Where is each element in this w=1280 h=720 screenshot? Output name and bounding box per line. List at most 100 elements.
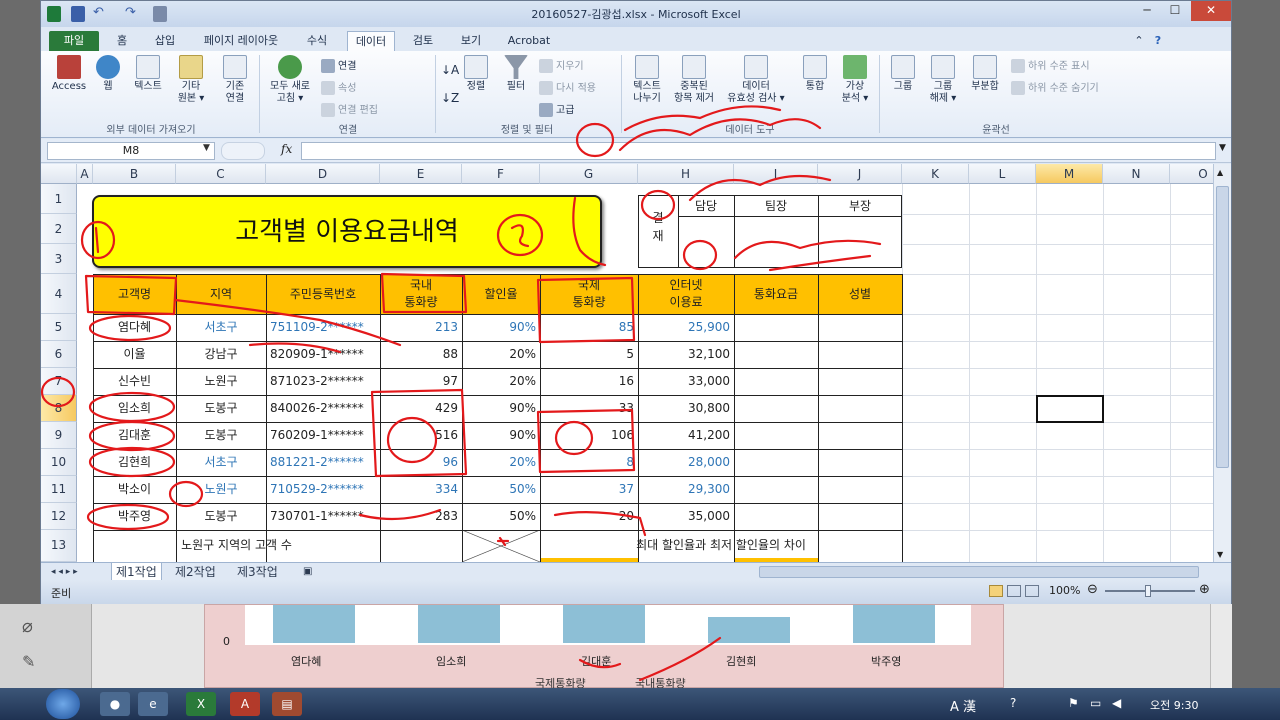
table-cell-rate[interactable]: 20% [462,449,540,476]
tab-data[interactable]: 데이터 [347,31,395,51]
name-box[interactable]: M8 [47,142,215,160]
table-cell-rate[interactable]: 90% [462,395,540,422]
table-cell-empty[interactable] [734,368,818,395]
table-cell-id[interactable]: 840026-2****** [266,395,380,422]
table-cell-region[interactable]: 노원구 [176,476,266,503]
sheet-nav-icon[interactable]: ◂ ◂ ▸ ▸ [51,563,78,581]
header-gender[interactable]: 성별 [818,274,902,314]
table-cell-id[interactable]: 730701-1****** [266,503,380,530]
table-cell-empty[interactable] [818,368,902,395]
sort-button[interactable]: 정렬 [459,55,493,93]
table-cell-empty[interactable] [818,395,902,422]
ie-icon[interactable]: e [138,692,168,716]
row-header-13[interactable]: 13 [41,530,77,562]
table-cell-region[interactable]: 도봉구 [176,395,266,422]
advanced-button[interactable]: 고급 [539,101,574,117]
header-internet-fee[interactable]: 인터넷 이용료 [638,274,734,314]
table-cell-id[interactable]: 871023-2****** [266,368,380,395]
column-header-j[interactable]: J [818,164,902,184]
refresh-all-button[interactable]: 모두 새로 고침 ▾ [265,55,315,105]
show-detail-button[interactable]: 하위 수준 표시 [1011,57,1090,73]
table-cell-intl[interactable]: 106 [540,422,638,449]
page-break-view-icon[interactable] [1025,585,1039,597]
scroll-up-icon[interactable]: ▲ [1217,168,1223,177]
table-cell-empty[interactable] [734,341,818,368]
table-cell-name[interactable]: 김현희 [93,449,176,476]
flag-tray-icon[interactable]: ⚑ [1068,696,1079,710]
row-header-4[interactable]: 4 [41,274,77,314]
normal-view-icon[interactable] [989,585,1003,597]
table-cell-intl[interactable]: 85 [540,314,638,341]
table-cell-intl[interactable]: 20 [540,503,638,530]
tab-insert[interactable]: 삽입 [145,31,185,51]
from-web-button[interactable]: 웹 [93,55,123,93]
network-tray-icon[interactable]: ▭ [1090,696,1101,710]
sheet-tab-1[interactable]: 제1작업 [111,563,162,581]
tab-page-layout[interactable]: 페이지 레이아웃 [193,31,289,51]
signature-icon[interactable]: ✎ [22,652,35,671]
properties-button[interactable]: 속성 [321,79,356,95]
table-cell-net[interactable]: 30,800 [638,395,734,422]
table-cell-empty[interactable] [818,341,902,368]
table-cell-id[interactable]: 881221-2****** [266,449,380,476]
text-to-columns-button[interactable]: 텍스트 나누기 [627,55,667,105]
header-call-fee[interactable]: 통화요금 [734,274,818,314]
table-cell-name[interactable]: 김대훈 [93,422,176,449]
table-cell-dom[interactable]: 96 [380,449,462,476]
column-header-g[interactable]: G [540,164,638,184]
insert-function-button[interactable]: fx [281,142,292,156]
table-cell-net[interactable]: 28,000 [638,449,734,476]
clear-button[interactable]: 지우기 [539,57,584,73]
table-cell-region[interactable]: 노원구 [176,368,266,395]
table-cell-id[interactable]: 710529-2****** [266,476,380,503]
table-cell-empty[interactable] [734,503,818,530]
header-customer-name[interactable]: 고객명 [93,274,176,314]
table-cell-intl[interactable]: 33 [540,395,638,422]
acrobat-taskbar-icon[interactable]: A [230,692,260,716]
volume-tray-icon[interactable]: ◀ [1112,696,1121,710]
table-cell-name[interactable]: 박주영 [93,503,176,530]
table-cell-dom[interactable]: 97 [380,368,462,395]
tab-home[interactable]: 홈 [107,31,137,51]
table-cell-rate[interactable]: 90% [462,314,540,341]
remove-duplicates-button[interactable]: 중복된 항목 제거 [671,55,717,105]
background-scrollbar[interactable] [1210,604,1232,688]
column-header-m[interactable]: M [1036,164,1103,184]
table-cell-empty[interactable] [818,476,902,503]
column-header-e[interactable]: E [380,164,462,184]
row-header-5[interactable]: 5 [41,314,77,341]
paperclip-icon[interactable]: ⌀ [22,616,33,637]
table-cell-rate[interactable]: 20% [462,368,540,395]
table-cell-intl[interactable]: 5 [540,341,638,368]
vertical-scroll-thumb[interactable] [1216,186,1229,468]
table-cell-net[interactable]: 29,300 [638,476,734,503]
table-cell-dom[interactable]: 213 [380,314,462,341]
table-cell-empty[interactable] [734,449,818,476]
ungroup-button[interactable]: 그룹 해제 ▾ [925,55,961,105]
column-header-c[interactable]: C [176,164,266,184]
table-cell-rate[interactable]: 90% [462,422,540,449]
excel-taskbar-icon[interactable]: X [186,692,216,716]
table-cell-intl[interactable]: 16 [540,368,638,395]
sheet-tab-2[interactable]: 제2작업 [175,563,216,581]
filter-button[interactable]: 필터 [499,55,533,93]
group-button[interactable]: 그룹 [885,55,921,93]
subtotal-button[interactable]: 부분합 [965,55,1005,93]
table-cell-rate[interactable]: 20% [462,341,540,368]
table-cell-dom[interactable]: 283 [380,503,462,530]
page-layout-view-icon[interactable] [1007,585,1021,597]
table-cell-empty[interactable] [734,476,818,503]
column-header-d[interactable]: D [266,164,380,184]
formula-input[interactable] [301,142,1216,160]
data-validation-button[interactable]: 데이터 유효성 검사 ▾ [721,55,791,105]
column-header-n[interactable]: N [1103,164,1170,184]
row-header-9[interactable]: 9 [41,422,77,449]
zoom-slider-thumb[interactable] [1145,585,1151,597]
zoom-level[interactable]: 100% [1049,584,1080,597]
row-header-12[interactable]: 12 [41,503,77,530]
insert-sheet-icon[interactable]: ▣ [303,563,312,581]
column-header-i[interactable]: I [734,164,818,184]
column-header-f[interactable]: F [462,164,540,184]
maximize-button[interactable]: ☐ [1161,1,1189,21]
table-cell-empty[interactable] [818,449,902,476]
